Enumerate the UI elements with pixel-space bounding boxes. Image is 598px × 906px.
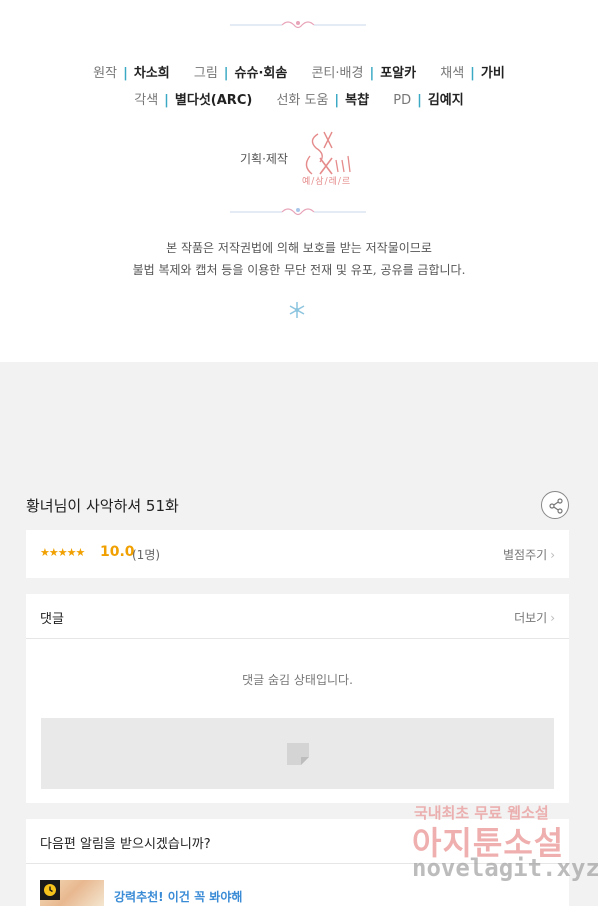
ornament-divider-top bbox=[230, 21, 366, 29]
rating-stars: ★★★★★ bbox=[40, 546, 85, 559]
credit-name: 포알카 bbox=[380, 66, 417, 81]
copyright-notice-line-1: 본 작품은 저작권법에 의해 보호를 받는 저작물이므로 bbox=[166, 241, 432, 255]
comment-placeholder bbox=[41, 718, 554, 789]
clock-icon bbox=[44, 884, 56, 896]
ornament-divider-middle bbox=[230, 208, 366, 216]
comment-card: 댓글 더보기 › 댓글 숨김 상태입니다. bbox=[26, 594, 569, 803]
credit-name: 별다섯(ARC) bbox=[174, 93, 253, 108]
comment-more-button[interactable]: 더보기 › bbox=[514, 609, 555, 626]
watermark: 국내최초 무료 웹소설 아지툰소설 novelagit.xyz bbox=[410, 798, 598, 888]
notify-question: 다음편 알림을 받으시겠습니까? bbox=[40, 837, 211, 852]
episode-title: 황녀님이 사악하셔 51화 bbox=[26, 497, 179, 515]
credits-row-1: 원작 | 차소희 그림 | 슈슈·회솜 콘티·배경 | 포알카 채색 | 가비 bbox=[93, 66, 505, 81]
placeholder-icon bbox=[287, 743, 309, 765]
credit-name: 차소희 bbox=[133, 66, 170, 81]
snowflake-icon bbox=[289, 302, 305, 318]
share-icon bbox=[549, 498, 563, 514]
watermark-url: novelagit.xyz bbox=[412, 854, 598, 882]
chevron-right-icon: › bbox=[550, 611, 555, 625]
credit-role: 선화 도움 bbox=[276, 93, 329, 108]
rating-score: 10.0 bbox=[100, 544, 135, 560]
credit-name: 슈슈·회솜 bbox=[234, 66, 288, 81]
copyright-notice-line-2: 불법 복제와 캡처 등을 이용한 무단 전재 및 유포, 공유를 금합니다. bbox=[132, 263, 466, 277]
credit-role: 각색 bbox=[134, 93, 159, 108]
chevron-right-icon: › bbox=[550, 548, 555, 562]
comment-hidden-message: 댓글 숨김 상태입니다. bbox=[242, 673, 353, 687]
credit-name: 복챱 bbox=[345, 93, 370, 108]
credit-role: 원작 bbox=[93, 66, 118, 81]
plan-label: 기획·제작 bbox=[240, 152, 288, 166]
credit-name: 김예지 bbox=[427, 93, 464, 108]
clock-badge bbox=[40, 880, 60, 900]
logo-subtitle: 예/삼/레/르 bbox=[302, 177, 352, 187]
rating-count: (1명) bbox=[132, 548, 161, 562]
comment-header: 댓글 더보기 › bbox=[26, 594, 569, 639]
rate-button-label: 별점주기 bbox=[503, 548, 548, 562]
rate-button[interactable]: 별점주기 › bbox=[503, 546, 555, 563]
recommend-thumbnail[interactable] bbox=[40, 880, 104, 906]
credit-name: 가비 bbox=[480, 66, 505, 81]
credit-role: 콘티·배경 bbox=[311, 66, 364, 81]
credits-row-2: 각색 | 별다섯(ARC) 선화 도움 | 복챱 PD | 김예지 bbox=[134, 93, 464, 108]
credit-role: PD bbox=[393, 93, 412, 108]
rating-card: ★★★★★ 10.0 (1명) 별점주기 › bbox=[26, 530, 569, 578]
share-button[interactable] bbox=[541, 491, 569, 519]
credit-role: 그림 bbox=[193, 66, 218, 81]
credit-role: 채색 bbox=[440, 66, 465, 81]
comment-title: 댓글 bbox=[40, 612, 64, 627]
more-label: 더보기 bbox=[514, 611, 548, 625]
credits-panel: 원작 | 차소희 그림 | 슈슈·회솜 콘티·배경 | 포알카 채색 | 가비 각색 | 별다섯(A… bbox=[0, 0, 598, 362]
recommend-link[interactable]: 강력추천! 이건 꼭 봐야해 bbox=[114, 888, 242, 905]
